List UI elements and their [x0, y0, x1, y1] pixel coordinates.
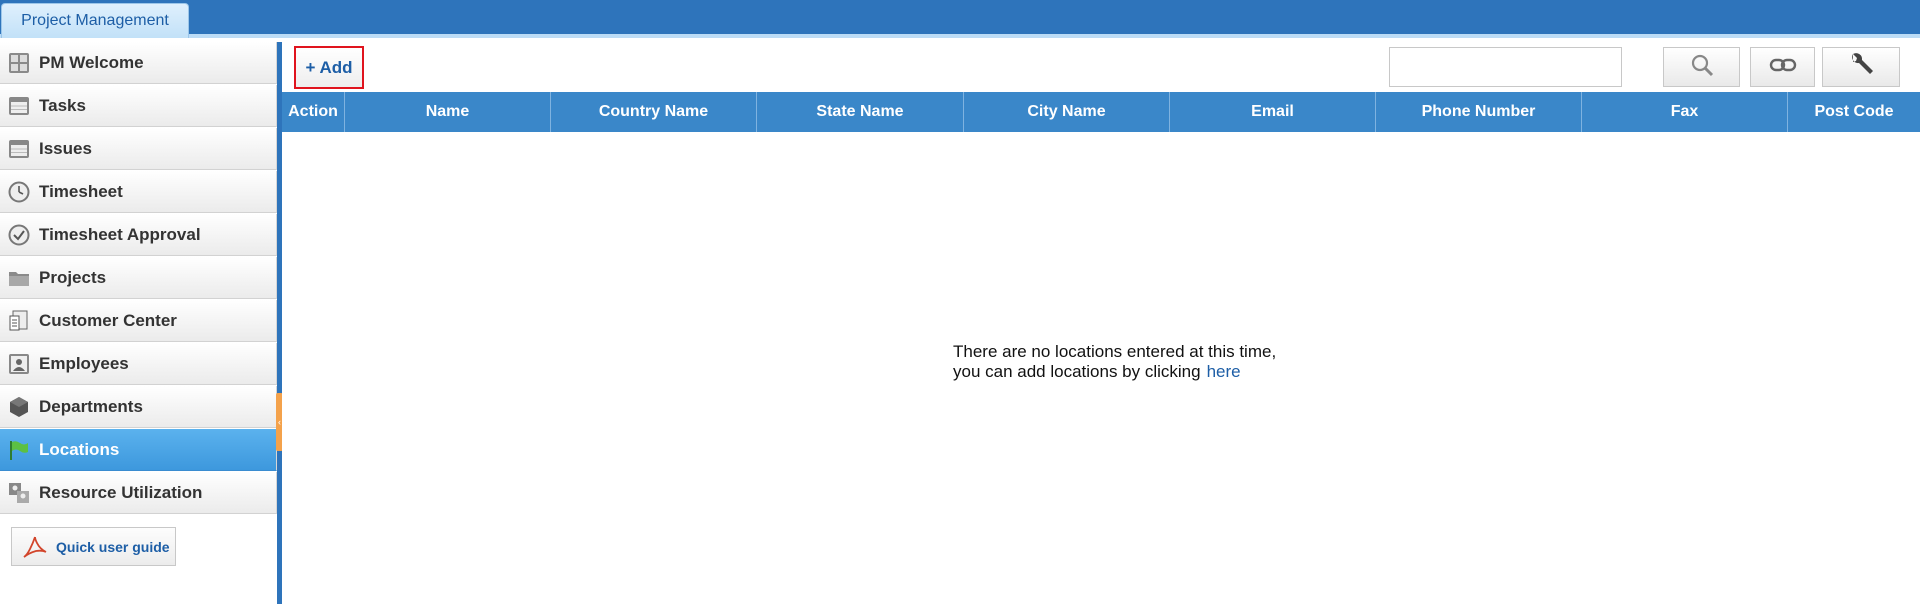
sidebar-item-label: Resource Utilization	[39, 482, 203, 502]
sidebar-item-label: Tasks	[39, 95, 86, 115]
column-header-country-name[interactable]: Country Name	[551, 92, 757, 132]
pdf-icon	[22, 534, 48, 560]
resource-icon	[8, 482, 30, 504]
flag-icon	[8, 439, 30, 461]
sidebar-item-label: PM Welcome	[39, 52, 144, 72]
link-button[interactable]	[1750, 47, 1815, 87]
column-header-name[interactable]: Name	[345, 92, 551, 132]
sidebar-item-label: Departments	[39, 396, 143, 416]
link-icon	[1769, 55, 1797, 80]
settings-button[interactable]	[1822, 47, 1900, 87]
search-icon	[1689, 52, 1715, 83]
window-icon	[8, 95, 30, 117]
grid-header: Action Name Country Name State Name City…	[282, 92, 1920, 132]
sidebar-item-projects[interactable]: Projects	[0, 257, 277, 299]
sidebar-item-issues[interactable]: Issues	[0, 128, 277, 170]
column-header-fax[interactable]: Fax	[1582, 92, 1788, 132]
search-button[interactable]	[1663, 47, 1740, 87]
sidebar-item-timesheet-approval[interactable]: Timesheet Approval	[0, 214, 277, 256]
sidebar-item-locations[interactable]: Locations	[0, 429, 277, 471]
employee-icon	[8, 353, 30, 375]
sidebar-item-label: Timesheet	[39, 181, 123, 201]
sidebar-item-label: Timesheet Approval	[39, 224, 201, 244]
column-header-state-name[interactable]: State Name	[757, 92, 964, 132]
tab-project-management[interactable]: Project Management	[1, 3, 189, 38]
column-header-phone-number[interactable]: Phone Number	[1376, 92, 1582, 132]
clock-icon	[8, 181, 30, 203]
app-window: Project Management PM Welcome Tasks Issu…	[0, 0, 1920, 604]
sidebar: PM Welcome Tasks Issues Timesheet Timesh…	[0, 42, 277, 604]
window-icon	[8, 138, 30, 160]
sidebar-item-pm-welcome[interactable]: PM Welcome	[0, 42, 277, 84]
column-header-post-code[interactable]: Post Code	[1788, 92, 1920, 132]
folder-icon	[8, 267, 30, 289]
column-header-action[interactable]: Action	[282, 92, 345, 132]
check-circle-icon	[8, 224, 30, 246]
sidebar-item-employees[interactable]: Employees	[0, 343, 277, 385]
sidebar-item-label: Locations	[39, 439, 120, 459]
dashboard-icon	[8, 52, 30, 74]
sidebar-item-label: Customer Center	[39, 310, 177, 330]
quick-user-guide-label: Quick user guide	[56, 538, 170, 555]
wrench-icon	[1847, 51, 1875, 84]
sidebar-item-resource-utilization[interactable]: Resource Utilization	[0, 472, 277, 514]
empty-state-line2-wrap: you can add locations by clicking here	[953, 362, 1353, 382]
quick-user-guide-button[interactable]: Quick user guide	[11, 527, 176, 566]
search-input[interactable]	[1389, 47, 1622, 87]
sidebar-item-label: Employees	[39, 353, 129, 373]
sidebar-item-timesheet[interactable]: Timesheet	[0, 171, 277, 213]
document-icon	[8, 310, 30, 332]
add-location-button[interactable]: + Add	[294, 46, 364, 89]
sidebar-item-customer-center[interactable]: Customer Center	[0, 300, 277, 342]
empty-state-line2: you can add locations by clicking	[953, 362, 1201, 381]
empty-state-line1: There are no locations entered at this t…	[953, 342, 1277, 361]
top-tab-bar: Project Management	[0, 0, 1920, 38]
add-here-link[interactable]: here	[1207, 362, 1241, 381]
empty-state-message: There are no locations entered at this t…	[953, 342, 1353, 382]
column-header-city-name[interactable]: City Name	[964, 92, 1170, 132]
cube-icon	[8, 396, 30, 418]
sidebar-item-label: Projects	[39, 267, 107, 287]
sidebar-item-tasks[interactable]: Tasks	[0, 85, 277, 127]
sidebar-item-departments[interactable]: Departments	[0, 386, 277, 428]
column-header-email[interactable]: Email	[1170, 92, 1376, 132]
sidebar-item-label: Issues	[39, 138, 92, 158]
main-panel: + Add Action Name Country Name State Nam…	[282, 42, 1920, 604]
